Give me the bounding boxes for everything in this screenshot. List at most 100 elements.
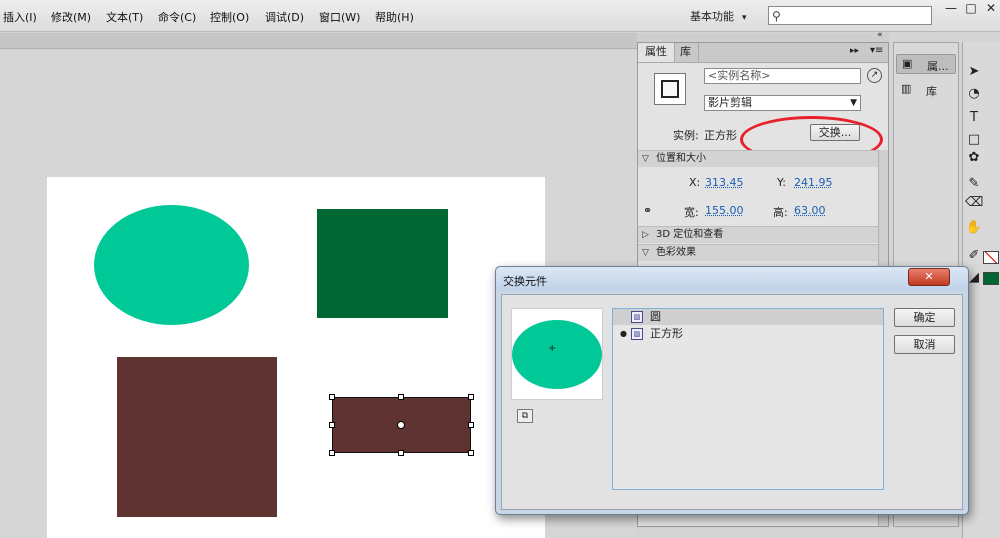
resize-handle-bl[interactable] — [329, 450, 335, 456]
close-button[interactable]: ✕ — [982, 0, 1000, 16]
movie-clip-symbol-icon — [654, 73, 686, 105]
menu-debug[interactable]: 调试(D) — [265, 9, 304, 25]
restore-button[interactable]: □ — [962, 0, 980, 16]
dark-green-rect[interactable] — [317, 209, 448, 318]
chevron-down-icon: ▾ — [742, 13, 747, 23]
search-input[interactable] — [787, 8, 929, 23]
resize-handle-r[interactable] — [468, 422, 474, 428]
y-value[interactable]: 241.95 — [794, 176, 833, 189]
x-value[interactable]: 313.45 — [705, 176, 744, 189]
preview-ellipse — [512, 320, 602, 389]
stroke-color-icon[interactable]: ✐ — [965, 248, 983, 263]
section-3d[interactable]: ▷ 3D 定位和查看 — [638, 226, 878, 243]
cancel-button[interactable]: 取消 — [894, 335, 955, 354]
panel-menu-icon[interactable]: ▾≡ — [870, 45, 883, 56]
menu-commands[interactable]: 命令(C) — [158, 9, 196, 25]
symbol-list[interactable]: ▨ 圆 ● ▨ 正方形 — [612, 308, 884, 490]
section-title: 3D 定位和查看 — [656, 229, 724, 240]
tab-properties[interactable]: 属性 — [638, 43, 675, 62]
mini-properties-label: 属... — [927, 60, 949, 73]
lock-proportions-icon[interactable]: ⚭ — [643, 204, 652, 217]
instance-label: 实例: — [673, 129, 699, 142]
mini-library-button[interactable]: ▥ 库 — [896, 80, 956, 100]
menu-text[interactable]: 文本(T) — [106, 9, 143, 25]
document-strip — [0, 33, 638, 49]
library-icon: ▥ — [901, 82, 912, 95]
section-title: 位置和大小 — [656, 153, 706, 164]
bone-tool-icon[interactable]: ✎ — [965, 176, 983, 191]
ok-button[interactable]: 确定 — [894, 308, 955, 327]
selection-tool-icon[interactable]: ➤ — [965, 64, 983, 79]
fill-swatch[interactable] — [983, 272, 999, 285]
properties-icon: ▣ — [902, 57, 913, 70]
resize-handle-l[interactable] — [329, 422, 335, 428]
symbol-name: 正方形 — [650, 327, 683, 340]
menu-bar: 插入(I) 修改(M) 文本(T) 命令(C) 控制(O) 调试(D) 窗口(W… — [0, 0, 1000, 32]
dialog-title: 交换元件 — [503, 275, 547, 288]
link-icon[interactable]: ↗ — [867, 68, 882, 83]
instance-name-input[interactable]: <实例名称> — [704, 68, 861, 84]
duplicate-symbol-button[interactable]: ⧉ — [517, 409, 533, 423]
chevron-down-icon: ▼ — [850, 98, 857, 108]
dialog-titlebar[interactable]: 交换元件 ✕ — [496, 267, 968, 291]
symbol-type-select[interactable]: 影片剪辑 ▼ — [704, 95, 861, 111]
text-tool-icon[interactable]: T — [965, 110, 983, 125]
workspace-label: 基本功能 — [690, 10, 734, 23]
brown-square[interactable] — [117, 357, 277, 517]
rectangle-tool-icon[interactable]: □ — [965, 132, 983, 147]
resize-handle-br[interactable] — [468, 450, 474, 456]
width-label: 宽: — [684, 206, 699, 219]
menu-modify[interactable]: 修改(M) — [51, 9, 91, 25]
stage[interactable] — [47, 177, 545, 538]
crosshair-icon: + — [548, 343, 557, 354]
section-position-size[interactable]: ▽ 位置和大小 — [638, 150, 878, 167]
menu-insert[interactable]: 插入(I) — [3, 9, 37, 25]
eraser-tool-icon[interactable]: ⌫ — [965, 195, 983, 210]
symbol-item-circle[interactable]: ▨ 圆 — [613, 309, 883, 325]
symbol-type-value: 影片剪辑 — [708, 96, 752, 109]
panel-tab-bar: 属性 库 ▸▸ ▾≡ — [638, 43, 888, 63]
collapsed-triangle-icon: ▷ — [642, 230, 649, 240]
green-ellipse[interactable] — [94, 205, 249, 325]
panel-collapse-bar[interactable]: « — [637, 30, 889, 42]
height-label: 高: — [773, 206, 788, 219]
dialog-close-button[interactable]: ✕ — [908, 268, 950, 286]
resize-handle-t[interactable] — [398, 394, 404, 400]
tab-library[interactable]: 库 — [673, 43, 699, 62]
movie-clip-icon: ▨ — [631, 328, 643, 340]
hand-tool-icon[interactable]: ✋ — [965, 220, 983, 235]
workspace-switcher[interactable]: 基本功能 ▾ — [690, 8, 747, 24]
menu-window[interactable]: 窗口(W) — [319, 9, 360, 25]
mini-library-label: 库 — [926, 85, 937, 98]
collapse-arrows-icon: « — [877, 30, 883, 40]
section-title: 色彩效果 — [656, 247, 696, 258]
minimize-button[interactable]: — — [942, 0, 960, 16]
search-icon: ⚲ — [772, 9, 781, 23]
current-symbol-bullet-icon: ● — [620, 329, 627, 338]
resize-handle-tr[interactable] — [468, 394, 474, 400]
deco-tool-icon[interactable]: ✿ — [965, 150, 983, 165]
x-label: X: — [689, 176, 701, 189]
search-box[interactable]: ⚲ — [768, 6, 932, 25]
resize-handle-tl[interactable] — [329, 394, 335, 400]
movie-clip-icon: ▨ — [631, 311, 643, 323]
menu-help[interactable]: 帮助(H) — [375, 9, 414, 25]
symbol-preview: + — [511, 308, 603, 400]
transform-point[interactable] — [397, 421, 405, 429]
section-color-effect[interactable]: ▽ 色彩效果 — [638, 244, 878, 261]
expand-triangle-icon: ▽ — [642, 154, 649, 164]
expand-triangle-icon: ▽ — [642, 248, 649, 258]
y-label: Y: — [777, 176, 786, 189]
swap-symbol-dialog: 交换元件 ✕ + ⧉ ▨ 圆 ● ▨ 正方形 确定 取消 — [495, 266, 969, 515]
mini-properties-button[interactable]: ▣ 属... — [896, 54, 956, 74]
height-value[interactable]: 63.00 — [794, 204, 826, 217]
symbol-item-square[interactable]: ● ▨ 正方形 — [613, 326, 883, 342]
menu-control[interactable]: 控制(O) — [210, 9, 249, 25]
lasso-tool-icon[interactable]: ◔ — [965, 86, 983, 101]
width-value[interactable]: 155.00 — [705, 204, 744, 217]
stroke-swatch[interactable] — [983, 251, 999, 264]
instance-value: 正方形 — [704, 129, 737, 142]
resize-handle-b[interactable] — [398, 450, 404, 456]
panel-expand-icon[interactable]: ▸▸ — [850, 46, 859, 56]
symbol-name: 圆 — [650, 310, 661, 323]
